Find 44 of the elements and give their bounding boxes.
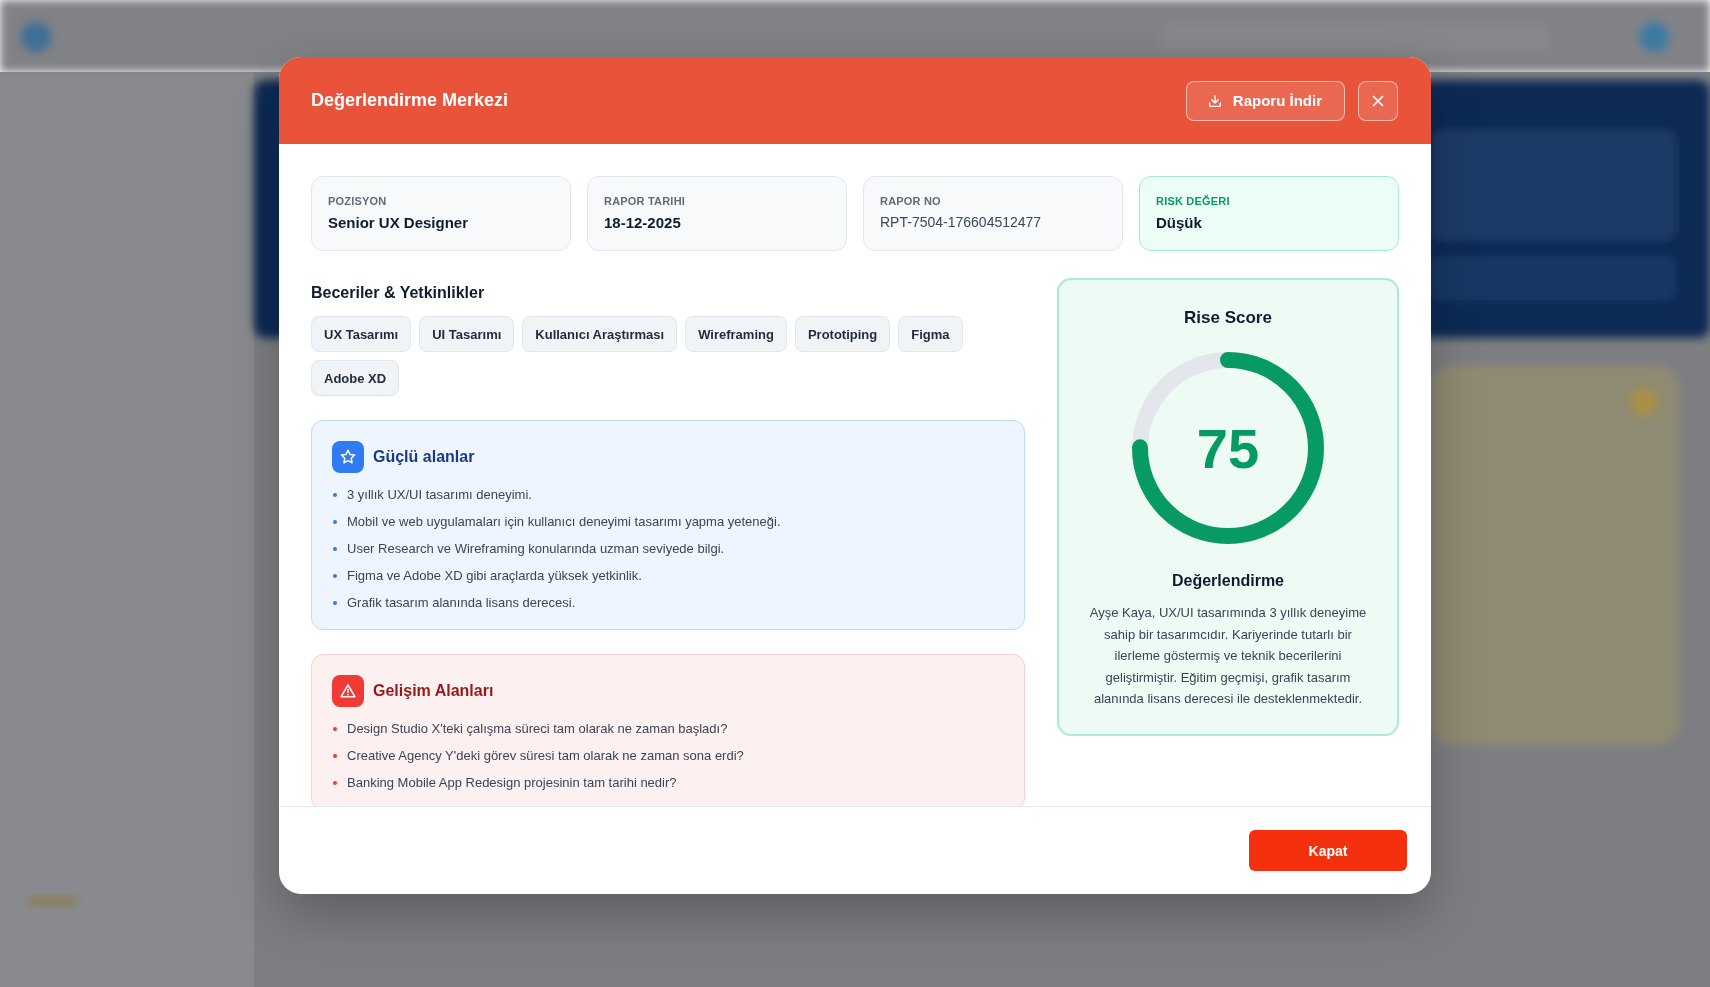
close-dialog-button[interactable]: Kapat <box>1249 830 1407 871</box>
download-icon <box>1206 92 1223 109</box>
info-value: 18-12-2025 <box>604 214 682 231</box>
info-value: RPT-7504-176604512477 <box>880 214 1043 230</box>
panel-title: Güçlü alanlar <box>373 448 475 466</box>
list-item: Creative Agency Y'deki görev süresi tam olarak ne zaman sona erdi? <box>347 747 744 764</box>
evaluation-heading: Değerlendirme <box>1171 572 1284 590</box>
score-title: Rise Score <box>1184 308 1272 328</box>
list-item: Banking Mobile App Redesign projesinin tam tarihi nedir? <box>347 774 677 791</box>
skill-tag: Prototiping <box>794 316 891 352</box>
bullet-icon <box>333 492 337 497</box>
dialog-title: Değerlendirme Merkezi <box>311 90 509 111</box>
skill-tag: UI Tasarımı <box>419 316 515 352</box>
skill-tag: Wireframing <box>685 316 787 352</box>
info-value: Düşük <box>1156 214 1203 231</box>
info-label: RAPOR TARIHI <box>604 195 687 207</box>
skill-tag: UX Tasarımı <box>311 316 412 352</box>
close-button[interactable] <box>1358 80 1398 121</box>
list-item: Figma ve Adobe XD gibi araçlarda yüksek yetkinlik. <box>347 567 642 584</box>
list-item: User Research ve Wireframing konularında uzman seviyede bilgi. <box>347 540 725 557</box>
list-item: Mobil ve web uygulamaları için kullanıcı deneyimi tasarımı yapma yeteneği. <box>347 513 781 530</box>
section-heading: Beceriler & Yetkinlikler <box>311 284 486 302</box>
info-label: RISK DEĞERI <box>1156 195 1231 207</box>
warning-icon <box>332 675 364 707</box>
download-report-button[interactable]: Raporu İndir <box>1185 80 1345 121</box>
evaluation-summary: Ayşe Kaya, UX/UI tasarımında 3 yıllık deneyime sahip bir tasarımcıdır. Kariyerinde tutarlı bir ilerleme göstermiş ve teknik becerilerini geliştirmiştir. Eğitim geçmişi, grafik tasarım alanında lisans derecesi ile desteklenmektedir. <box>1088 604 1368 708</box>
info-value: Senior UX Designer <box>328 214 470 231</box>
info-label: POZISYON <box>328 195 388 207</box>
bullet-icon <box>333 546 337 551</box>
bullet-icon <box>333 753 337 758</box>
bullet-icon <box>333 573 337 578</box>
skill-tag: Figma <box>898 316 963 352</box>
bullet-icon <box>333 726 337 731</box>
skill-tag: Kullanıcı Araştırması <box>522 316 678 352</box>
skill-tag: Adobe XD <box>311 360 400 396</box>
panel-title: Gelişim Alanları <box>373 682 494 700</box>
info-label: RAPOR NO <box>880 195 942 207</box>
score-value: 75 <box>1196 415 1260 481</box>
list-item: Grafik tasarım alanında lisans derecesi. <box>347 594 576 611</box>
bullet-icon <box>333 519 337 524</box>
list-item: Design Studio X'teki çalışma süreci tam olarak ne zaman başladı? <box>347 720 728 737</box>
list-item: 3 yıllık UX/UI tasarımı deneyimi. <box>347 486 532 503</box>
bullet-icon <box>333 780 337 785</box>
bullet-icon <box>333 600 337 605</box>
